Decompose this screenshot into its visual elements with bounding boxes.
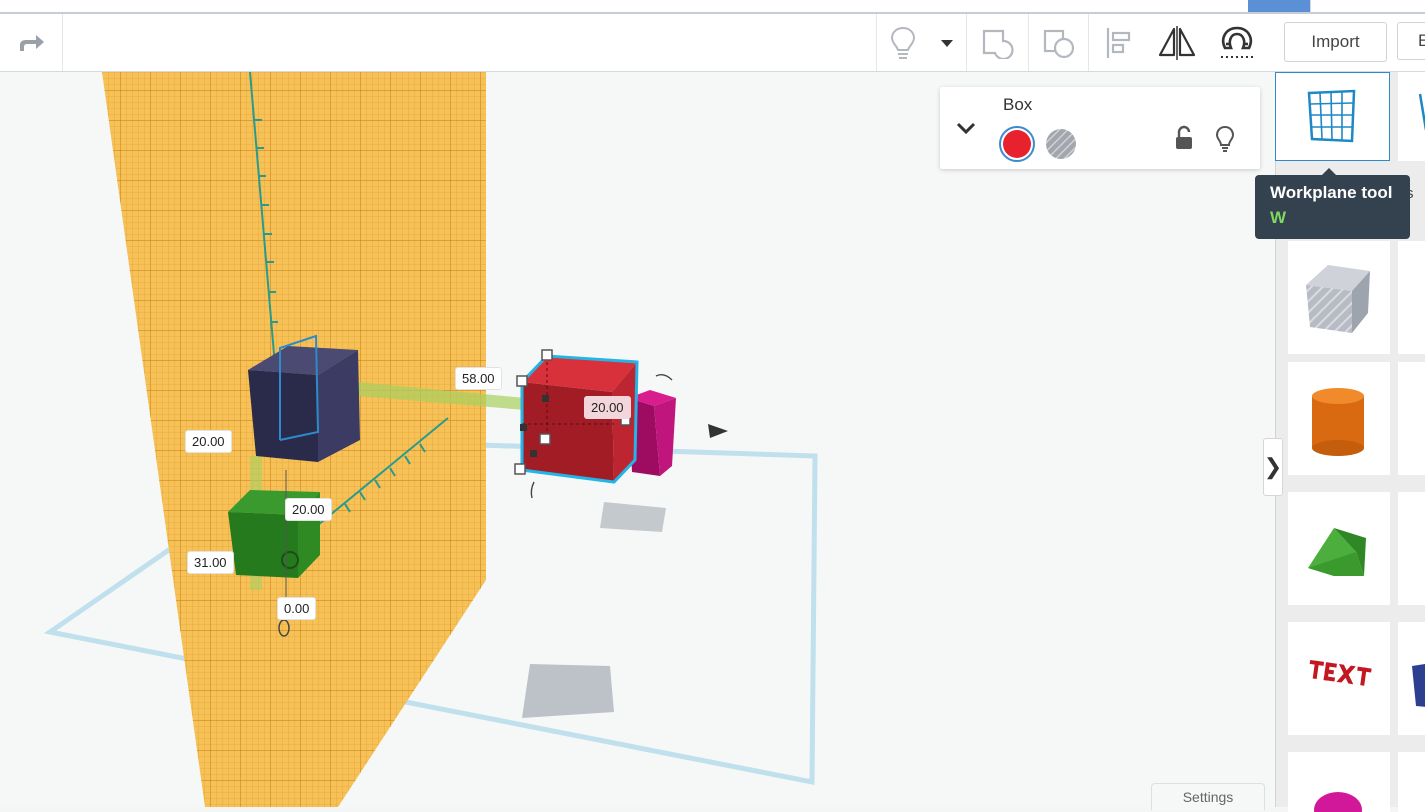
rotate-handle-icon[interactable] <box>530 481 535 499</box>
sphere-icon <box>1314 792 1362 812</box>
unlock-icon[interactable] <box>1173 125 1195 151</box>
red-box-selected[interactable] <box>520 354 639 484</box>
tooltip-shortcut: W <box>1270 208 1287 227</box>
shape-card-sphere[interactable] <box>1288 752 1390 812</box>
tooltip-title: Workplane tool <box>1270 183 1393 202</box>
shape-card-partial[interactable] <box>1398 241 1425 354</box>
show-all-dropdown[interactable] <box>928 14 966 71</box>
shape-card-partial[interactable] <box>1398 492 1425 605</box>
shape-card-text[interactable] <box>1288 622 1390 735</box>
ungroup-icon <box>1043 29 1075 58</box>
dropdown-icon <box>941 39 953 47</box>
collapse-chevron-icon[interactable] <box>956 121 976 135</box>
shape-card-cylinder[interactable] <box>1288 362 1390 475</box>
settings-button[interactable]: Settings <box>1151 783 1265 810</box>
move-arrow-icon[interactable] <box>708 424 728 438</box>
cylinder-icon <box>1312 388 1364 456</box>
shape-card-box-hole[interactable] <box>1288 241 1390 354</box>
workplane-tooltip: Workplane tool W <box>1255 168 1410 239</box>
shape-card-roof[interactable] <box>1288 492 1390 605</box>
box-hole-icon <box>1306 265 1370 333</box>
dimension-label[interactable]: 20.00 <box>584 396 631 419</box>
align-button[interactable] <box>1088 14 1149 71</box>
mirror-icon <box>1158 25 1196 60</box>
shape-title: Box <box>1003 95 1033 114</box>
tooltip-arrow <box>1322 168 1336 175</box>
shape-card-partial[interactable] <box>1398 622 1425 735</box>
shape-inspector: Box <box>940 87 1260 169</box>
cruise-button[interactable] <box>1206 14 1268 71</box>
rotate-handle-icon[interactable] <box>655 373 673 381</box>
shadow-shape <box>600 502 666 532</box>
top-tab[interactable] <box>1310 0 1371 12</box>
mirror-button[interactable] <box>1148 14 1206 71</box>
ruler-tool-button[interactable] <box>1398 72 1425 161</box>
text-icon <box>1309 659 1372 686</box>
lightbulb-icon[interactable] <box>1214 125 1236 153</box>
workplane-tool-button[interactable] <box>1275 72 1390 161</box>
partial-shape-icon <box>1412 664 1425 707</box>
import-button[interactable]: Import <box>1284 22 1387 62</box>
export-button[interactable]: E <box>1397 22 1425 60</box>
cruise-icon <box>1221 26 1253 58</box>
dimension-label[interactable]: 58.00 <box>455 367 502 390</box>
roof-icon <box>1308 528 1366 576</box>
top-strip <box>0 0 1425 14</box>
chevron-right-icon: ❯ <box>1263 454 1283 479</box>
toolbar: Import E <box>0 14 1425 72</box>
shadow-shape <box>522 664 614 718</box>
ungroup-button[interactable] <box>1028 14 1089 71</box>
dimension-label[interactable]: 20.00 <box>185 430 232 453</box>
shape-card-partial[interactable] <box>1398 752 1425 812</box>
workplane-viewport[interactable]: 58.00 20.00 20.00 20.00 31.00 0.00 <box>0 72 1275 807</box>
dimension-label[interactable]: 20.00 <box>285 498 332 521</box>
redo-button[interactable] <box>0 14 63 71</box>
ruler-icon <box>1418 93 1425 131</box>
solid-color-swatch[interactable] <box>998 125 1036 163</box>
show-all-button[interactable] <box>876 14 929 71</box>
group-button[interactable] <box>966 14 1029 71</box>
panel-collapse-button[interactable]: ❯ <box>1263 438 1283 496</box>
dimension-label[interactable]: 0.00 <box>277 597 317 620</box>
hole-swatch[interactable] <box>1044 127 1078 161</box>
group-icon <box>982 29 1014 59</box>
workplane-icon <box>1307 89 1356 143</box>
align-icon <box>1106 27 1131 58</box>
show-all-icon <box>890 26 916 59</box>
redo-icon <box>20 34 44 51</box>
dimension-label[interactable]: 31.00 <box>187 551 234 574</box>
top-tab-active[interactable] <box>1248 0 1310 12</box>
shape-card-partial[interactable] <box>1398 362 1425 475</box>
